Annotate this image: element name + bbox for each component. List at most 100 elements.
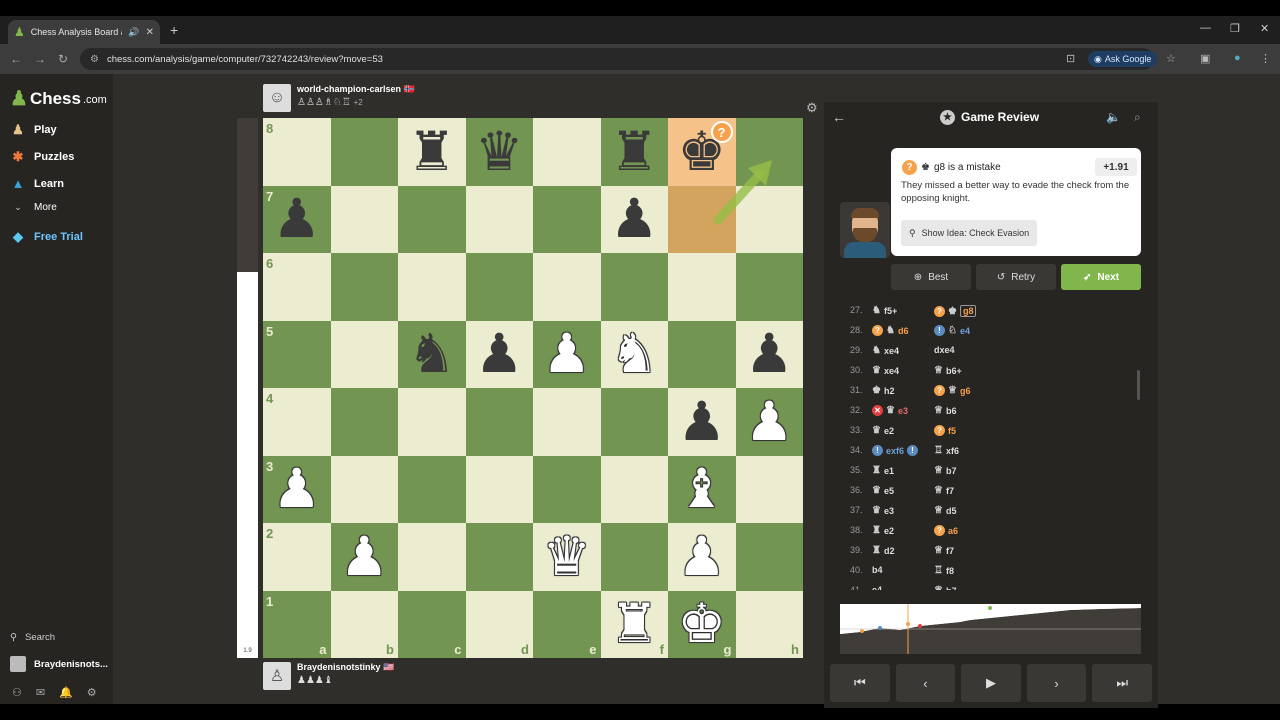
- close-window-icon[interactable]: ✕: [1260, 22, 1269, 35]
- black-move[interactable]: ♕ f7: [934, 485, 954, 496]
- minimize-icon[interactable]: —: [1200, 22, 1211, 34]
- black-knight-piece[interactable]: ♞: [408, 327, 456, 381]
- black-pawn-piece[interactable]: ♟: [610, 192, 658, 246]
- square-e8[interactable]: [533, 118, 601, 186]
- black-pawn-piece[interactable]: ♟: [678, 394, 726, 449]
- black-pawn-piece[interactable]: ♟: [475, 327, 523, 381]
- black-move[interactable]: ♖ f8: [934, 565, 954, 576]
- install-icon[interactable]: ⊡: [1066, 52, 1075, 65]
- square-e3[interactable]: [533, 455, 601, 523]
- white-move[interactable]: ♚ h2: [872, 385, 894, 396]
- chess-board[interactable]: 8 ♜ ♛ ♜ ♚? 7 ♟ ♟ 6 5 ♞ ♟ ♟ ♞ ♟ 4 ♟ ♟ 3 ♟ ♝ 2 ♟ ♛ ♟ 1 a b c d e f ♜ g ♚ h: [263, 118, 803, 658]
- black-move[interactable]: ♕ f7: [934, 545, 954, 556]
- sidepanel-icon[interactable]: ▣: [1200, 52, 1210, 65]
- square-b3[interactable]: [330, 455, 398, 523]
- play-button[interactable]: ▶: [961, 664, 1021, 702]
- settings-icon[interactable]: ⚙: [87, 686, 97, 699]
- white-move[interactable]: ♜ e1: [872, 465, 894, 476]
- white-move[interactable]: b4: [872, 565, 883, 575]
- white-queen-piece[interactable]: ♛: [543, 529, 591, 584]
- previous-move-button[interactable]: ‹: [895, 664, 956, 702]
- menu-icon[interactable]: ⋮: [1260, 52, 1271, 65]
- site-info-icon[interactable]: ⚙: [90, 54, 99, 65]
- sidebar-item-free-trial[interactable]: ◆ Free Trial: [10, 229, 83, 245]
- ask-google-button[interactable]: ◉ Ask Google: [1088, 51, 1158, 67]
- white-move[interactable]: ! exf6!: [872, 445, 919, 456]
- square-a4[interactable]: 4: [263, 388, 331, 456]
- square-a3[interactable]: 3 ♟: [263, 455, 331, 523]
- white-pawn-piece[interactable]: ♟: [273, 462, 321, 516]
- white-pawn-piece[interactable]: ♟: [543, 327, 591, 381]
- close-tab-icon[interactable]: ✕: [146, 27, 154, 38]
- square-c6[interactable]: [398, 253, 466, 321]
- forward-icon[interactable]: →: [34, 52, 46, 66]
- back-arrow-icon[interactable]: ←: [832, 109, 846, 125]
- black-move[interactable]: ♕b7: [934, 585, 956, 590]
- show-idea-button[interactable]: ⚲ Show Idea: Check Evasion: [901, 220, 1038, 246]
- square-h1[interactable]: h: [735, 590, 803, 658]
- square-g3[interactable]: ♝: [668, 455, 736, 523]
- black-rook-piece[interactable]: ♜: [610, 124, 658, 179]
- white-rook-piece[interactable]: ♜: [610, 597, 658, 651]
- square-d2[interactable]: [465, 523, 533, 591]
- white-move[interactable]: e4: [872, 585, 882, 590]
- square-g5[interactable]: [668, 320, 736, 388]
- last-move-button[interactable]: ⏭: [1092, 664, 1152, 702]
- analysis-search-icon[interactable]: ⌕: [1134, 110, 1141, 125]
- sidebar-item-learn[interactable]: ▲ Learn: [10, 176, 64, 191]
- square-c3[interactable]: [398, 455, 466, 523]
- square-d3[interactable]: [465, 455, 533, 523]
- new-tab-icon[interactable]: +: [170, 22, 178, 38]
- notifications-icon[interactable]: 🔔: [59, 686, 73, 699]
- square-a6[interactable]: 6: [263, 253, 331, 321]
- bottom-player-name[interactable]: Braydenisnotstinky 🇺🇸: [297, 662, 394, 673]
- chess-logo[interactable]: ♟ Chess .com: [10, 86, 107, 111]
- speaker-icon[interactable]: 🔊: [128, 27, 139, 38]
- sound-icon[interactable]: 🔈: [1106, 110, 1121, 124]
- evaluation-graph[interactable]: [840, 604, 1141, 654]
- square-g4[interactable]: ♟: [668, 388, 736, 456]
- top-player-name[interactable]: world-champion-carlsen 🇳🇴: [297, 84, 415, 95]
- square-h3[interactable]: [735, 455, 803, 523]
- black-pawn-piece[interactable]: ♟: [273, 192, 321, 246]
- white-move[interactable]: ♛ e5: [872, 485, 894, 496]
- white-move[interactable]: ♛ e3: [872, 505, 894, 516]
- sidebar-item-puzzles[interactable]: ✱ Puzzles: [10, 149, 75, 165]
- square-b2[interactable]: ♟: [330, 523, 398, 591]
- profile-icon[interactable]: ●: [1234, 52, 1241, 64]
- square-h5[interactable]: ♟: [735, 320, 803, 388]
- square-f5[interactable]: ♞: [600, 320, 668, 388]
- reload-icon[interactable]: ↻: [58, 52, 68, 66]
- bookmark-star-icon[interactable]: ☆: [1166, 52, 1176, 65]
- maximize-icon[interactable]: ❐: [1230, 22, 1240, 35]
- sidebar-item-play[interactable]: ♟ Play: [10, 122, 56, 138]
- square-a5[interactable]: 5: [263, 320, 331, 388]
- square-b7[interactable]: [330, 185, 398, 253]
- square-d1[interactable]: d: [465, 590, 533, 658]
- square-b5[interactable]: [330, 320, 398, 388]
- square-e2[interactable]: ♛: [533, 523, 601, 591]
- square-b6[interactable]: [330, 253, 398, 321]
- white-move[interactable]: ♛ xe4: [872, 365, 899, 376]
- square-g2[interactable]: ♟: [668, 523, 736, 591]
- messages-icon[interactable]: ✉: [36, 686, 45, 699]
- square-f4[interactable]: [600, 388, 668, 456]
- square-d7[interactable]: [465, 185, 533, 253]
- best-button[interactable]: ⊕ Best: [891, 264, 971, 290]
- friends-icon[interactable]: ⚇: [12, 686, 22, 699]
- move-list-scrollbar[interactable]: [1137, 370, 1140, 400]
- board-settings-gear-icon[interactable]: ⚙: [806, 100, 818, 116]
- black-move[interactable]: ♕ d5: [934, 505, 956, 516]
- black-move[interactable]: ? a6: [934, 525, 958, 536]
- white-pawn-piece[interactable]: ♟: [745, 394, 793, 449]
- black-move[interactable]: ♕b7: [934, 465, 956, 476]
- browser-tab[interactable]: ♟ Chess Analysis Board and P 🔊 ✕: [8, 20, 160, 44]
- square-d4[interactable]: [465, 388, 533, 456]
- square-h6[interactable]: [735, 253, 803, 321]
- square-b4[interactable]: [330, 388, 398, 456]
- white-move[interactable]: ✕ ♛ e3: [872, 405, 908, 416]
- next-button[interactable]: ➶ Next: [1061, 264, 1141, 290]
- square-f2[interactable]: [600, 523, 668, 591]
- white-move[interactable]: ♞ f5+: [872, 305, 897, 316]
- square-h2[interactable]: [735, 523, 803, 591]
